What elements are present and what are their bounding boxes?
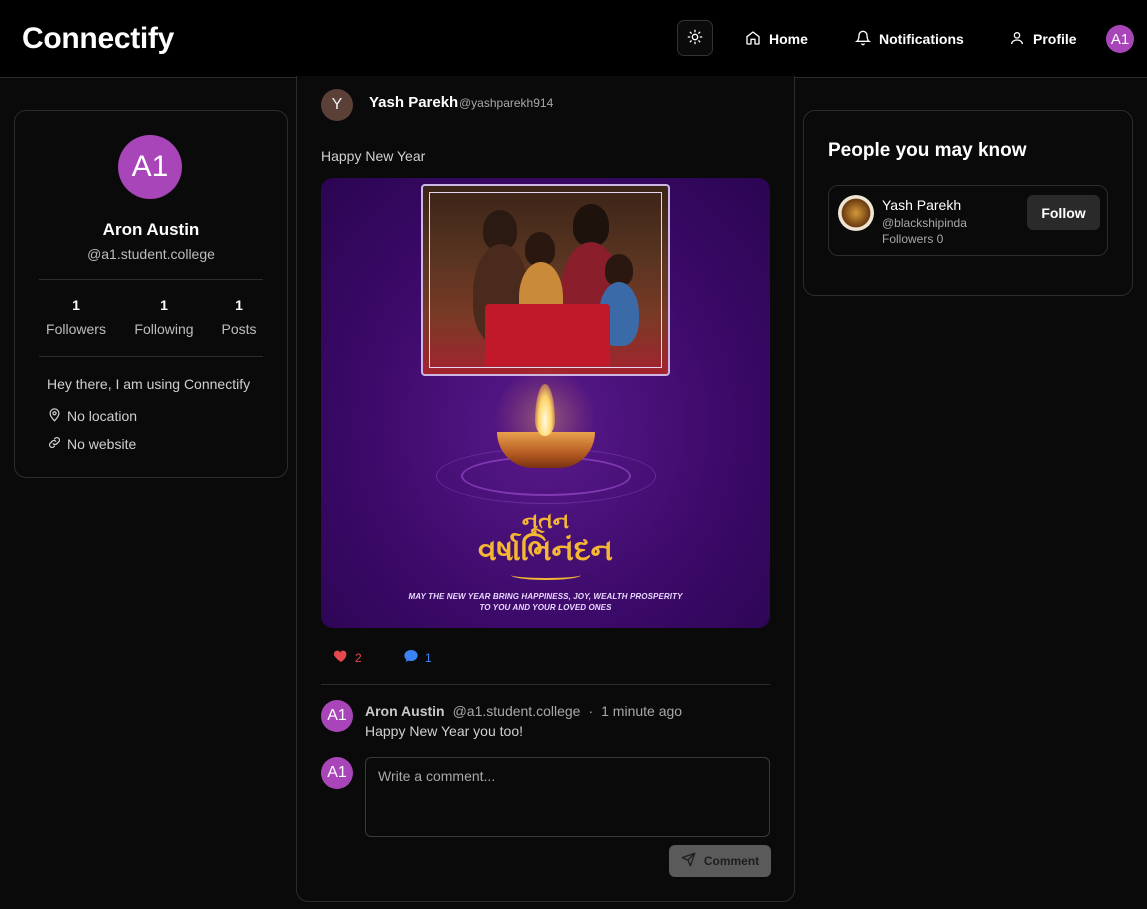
top-bar: Connectify Home Notifications Profile A1 bbox=[0, 0, 1147, 78]
profile-bio: Hey there, I am using Connectify bbox=[47, 376, 251, 392]
profile-handle: @a1.student.college bbox=[87, 246, 215, 262]
nav-home[interactable]: Home bbox=[745, 28, 808, 50]
sun-icon bbox=[687, 29, 703, 48]
composer-avatar: A1 bbox=[321, 757, 353, 789]
user-icon bbox=[1009, 30, 1025, 49]
like-button[interactable]: 2 bbox=[333, 648, 362, 667]
home-icon bbox=[745, 30, 761, 49]
comment-bubble-icon bbox=[403, 648, 419, 667]
photo-frame bbox=[421, 184, 670, 376]
stat-followers[interactable]: 1 Followers bbox=[31, 297, 121, 337]
divider bbox=[39, 356, 263, 357]
nav-notifications-label: Notifications bbox=[879, 31, 964, 47]
stat-posts[interactable]: 1 Posts bbox=[194, 297, 284, 337]
like-count: 2 bbox=[355, 650, 362, 665]
greeting-line-1: નૂતન bbox=[521, 508, 570, 533]
post-card: Y Yash Parekh @yashparekh914 Happy New Y… bbox=[296, 76, 795, 902]
stat-followers-label: Followers bbox=[46, 321, 106, 337]
brand-logo[interactable]: Connectify bbox=[22, 22, 174, 56]
profile-location: No location bbox=[47, 407, 137, 425]
nav-profile[interactable]: Profile bbox=[1009, 28, 1077, 50]
comment-author-name[interactable]: Aron Austin bbox=[365, 703, 445, 719]
heart-icon bbox=[333, 648, 349, 667]
nav-profile-label: Profile bbox=[1033, 31, 1077, 47]
profile-avatar: A1 bbox=[118, 135, 182, 199]
profile-location-text: No location bbox=[67, 408, 138, 424]
profile-website: No website bbox=[47, 435, 136, 453]
map-pin-icon bbox=[47, 407, 62, 425]
profile-card: A1 Aron Austin @a1.student.college 1 Fol… bbox=[14, 110, 288, 478]
stat-posts-label: Posts bbox=[221, 321, 257, 337]
user-avatar[interactable]: A1 bbox=[1106, 25, 1134, 53]
stat-posts-value: 1 bbox=[235, 297, 243, 313]
suggestion-followers: Followers 0 bbox=[882, 232, 944, 246]
suggestion-avatar[interactable] bbox=[838, 195, 874, 231]
suggestion-handle: @blackshipinda bbox=[882, 216, 967, 230]
comment-count: 1 bbox=[425, 650, 432, 665]
comment-avatar[interactable]: A1 bbox=[321, 700, 353, 732]
post-author-avatar[interactable]: Y bbox=[321, 89, 353, 121]
ornament-swirl bbox=[511, 570, 581, 580]
divider bbox=[39, 279, 263, 280]
comment-submit-button[interactable]: Comment bbox=[669, 845, 771, 877]
divider bbox=[321, 684, 770, 685]
comment-input[interactable] bbox=[365, 757, 770, 837]
nav-notifications[interactable]: Notifications bbox=[854, 28, 964, 50]
suggestions-card: People you may know Yash Parekh @blacksh… bbox=[803, 110, 1133, 296]
comment-text: Happy New Year you too! bbox=[365, 723, 523, 739]
greeting-tagline-1: MAY THE NEW YEAR BRING HAPPINESS, JOY, W… bbox=[408, 592, 683, 601]
suggestions-title: People you may know bbox=[828, 140, 1027, 161]
post-text: Happy New Year bbox=[321, 148, 426, 164]
follow-button[interactable]: Follow bbox=[1027, 195, 1100, 230]
post-image[interactable]: નૂતન વર્ષાભિનંદન MAY THE NEW YEAR BRING … bbox=[321, 178, 770, 628]
comment-separator: · bbox=[588, 703, 594, 719]
stat-followers-value: 1 bbox=[72, 297, 80, 313]
theme-toggle-button[interactable] bbox=[677, 20, 713, 56]
comment-toggle-button[interactable]: 1 bbox=[403, 648, 432, 667]
suggestion-item: Yash Parekh @blackshipinda Followers 0 F… bbox=[828, 185, 1108, 256]
greeting-line-2: વર્ષાભિનંદન bbox=[477, 534, 614, 567]
profile-website-text: No website bbox=[67, 436, 137, 452]
comment-time: 1 minute ago bbox=[601, 703, 683, 719]
comment-meta: Aron Austin @a1.student.college · 1 minu… bbox=[365, 703, 682, 719]
comment-author-handle: @a1.student.college bbox=[452, 703, 581, 719]
bell-icon bbox=[854, 30, 872, 49]
post-author-handle: @yashparekh914 bbox=[459, 96, 554, 110]
send-icon bbox=[681, 852, 696, 870]
suggestion-name[interactable]: Yash Parekh bbox=[882, 197, 961, 213]
nav-home-label: Home bbox=[769, 31, 808, 47]
greeting-tagline-2: TO YOU AND YOUR LOVED ONES bbox=[479, 603, 612, 612]
comment-submit-label: Comment bbox=[703, 854, 760, 868]
post-author-name[interactable]: Yash Parekh bbox=[369, 94, 458, 111]
profile-name: Aron Austin bbox=[102, 220, 200, 239]
link-icon bbox=[47, 435, 62, 453]
gift-box bbox=[485, 304, 610, 366]
